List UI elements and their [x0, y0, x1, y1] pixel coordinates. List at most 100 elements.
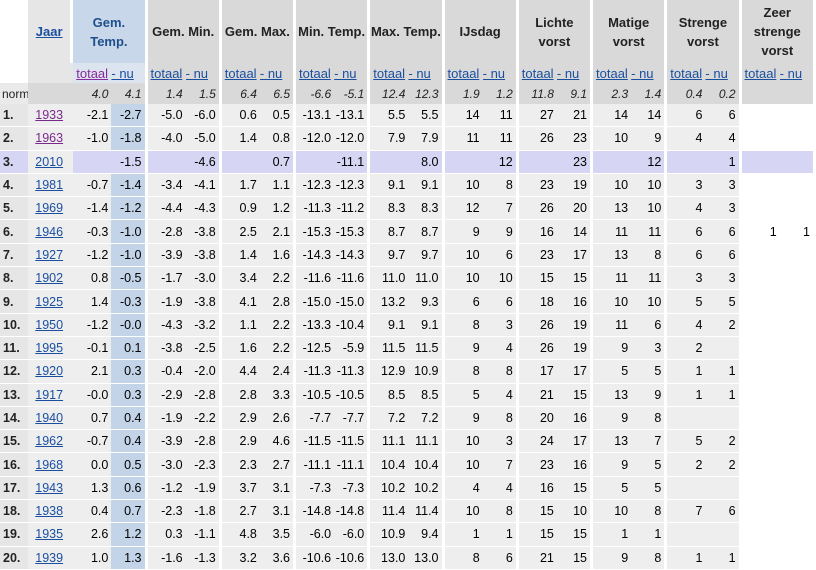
nu-link[interactable]: - nu	[186, 66, 208, 81]
value-cell	[705, 406, 742, 431]
year-link[interactable]: 1902	[35, 271, 63, 285]
sort-totaal-3[interactable]: totaal	[296, 63, 335, 83]
year-link[interactable]: 1981	[35, 178, 63, 192]
year-link[interactable]: 1962	[35, 434, 63, 448]
totaal-link[interactable]: totaal	[522, 66, 554, 81]
value-cell: 5	[593, 476, 632, 501]
sort-totaal-4[interactable]: totaal	[370, 63, 409, 83]
header-min-temp[interactable]: Min. Temp.	[296, 0, 371, 63]
sort-totaal-2[interactable]: totaal	[221, 63, 260, 83]
sort-totaal-5[interactable]: totaal	[444, 63, 483, 83]
year-link[interactable]: 2010	[35, 155, 63, 169]
value-cell: 1.3	[73, 476, 112, 501]
nu-link[interactable]: - nu	[111, 66, 133, 81]
nu-link[interactable]: - nu	[483, 66, 505, 81]
header-jaar[interactable]: Jaar	[28, 0, 74, 63]
totaal-link[interactable]: totaal	[151, 66, 183, 81]
norm-value: 4.0	[73, 83, 112, 104]
value-cell: 2.1	[259, 220, 297, 244]
sort-nu-8[interactable]: - nu	[705, 63, 742, 83]
corner-cell	[0, 0, 29, 63]
rank-cell: 9.	[0, 290, 29, 314]
rank-cell: 19.	[0, 523, 29, 547]
sort-totaal-1[interactable]: totaal	[147, 63, 186, 83]
value-cell: 15	[556, 267, 594, 291]
totaal-link[interactable]: totaal	[225, 66, 257, 81]
value-cell: 3	[482, 313, 519, 337]
header-gem-temp[interactable]: Gem. Temp.	[73, 0, 148, 63]
table-row: 15. 1962 -0.7 0.4 -3.9 -2.8 2.9 4.6 -11.5 -11.5 11…	[0, 430, 816, 454]
header-ijsdag[interactable]: IJsdag	[444, 0, 519, 63]
year-link[interactable]: 1940	[35, 411, 63, 425]
year-link[interactable]: 1920	[35, 364, 63, 378]
year-link[interactable]: 1968	[35, 458, 63, 472]
value-cell: -5.0	[185, 127, 222, 151]
value-cell	[593, 150, 632, 174]
nu-link[interactable]: - nu	[631, 66, 653, 81]
sort-nu-2[interactable]: - nu	[259, 63, 297, 83]
value-cell: -4.6	[185, 150, 222, 174]
year-link[interactable]: 1938	[35, 504, 63, 518]
totaal-link[interactable]: totaal	[373, 66, 405, 81]
year-link[interactable]: 1933	[35, 108, 63, 122]
sort-nu-7[interactable]: - nu	[631, 63, 668, 83]
sort-nu-4[interactable]: - nu	[408, 63, 445, 83]
sort-totaal-9[interactable]: totaal	[741, 63, 780, 83]
sort-totaal-8[interactable]: totaal	[667, 63, 706, 83]
nu-link[interactable]: - nu	[557, 66, 579, 81]
nu-link[interactable]: - nu	[334, 66, 356, 81]
sort-totaal-6[interactable]: totaal	[518, 63, 557, 83]
year-link[interactable]: 1917	[35, 388, 63, 402]
totaal-link[interactable]: totaal	[670, 66, 702, 81]
header-strenge-vorst[interactable]: Strenge vorst	[667, 0, 742, 63]
value-cell: 9	[631, 127, 668, 151]
header-gem-max[interactable]: Gem. Max.	[221, 0, 297, 63]
year-link[interactable]: 1969	[35, 201, 63, 215]
year-link[interactable]: 1946	[35, 225, 63, 239]
sort-nu-9[interactable]: - nu	[779, 63, 816, 83]
year-link[interactable]: 1925	[35, 295, 63, 309]
table-row: 8. 1902 0.8 -0.5 -1.7 -3.0 3.4 2.2 -11.6 -11.6 11.…	[0, 267, 816, 291]
header-matige-vorst[interactable]: Matige vorst	[593, 0, 668, 63]
value-cell: 0.3	[147, 523, 186, 547]
header-lichte-vorst[interactable]: Lichte vorst	[518, 0, 594, 63]
year-link[interactable]: 1943	[35, 481, 63, 495]
year-link[interactable]: 1950	[35, 318, 63, 332]
totaal-link[interactable]: totaal	[299, 66, 331, 81]
nu-link[interactable]: - nu	[705, 66, 727, 81]
value-cell	[779, 243, 816, 268]
year-link[interactable]: 1935	[35, 527, 63, 541]
totaal-link[interactable]: totaal	[596, 66, 628, 81]
totaal-link[interactable]: totaal	[745, 66, 777, 81]
sort-nu-3[interactable]: - nu	[334, 63, 371, 83]
nu-link[interactable]: - nu	[408, 66, 430, 81]
sort-totaal-0[interactable]: totaal	[73, 63, 112, 83]
year-link[interactable]: 1995	[35, 341, 63, 355]
sort-nu-6[interactable]: - nu	[556, 63, 594, 83]
value-cell: -3.4	[147, 173, 186, 198]
sort-nu-0[interactable]: - nu	[111, 63, 148, 83]
value-cell: 5.5	[408, 104, 445, 128]
nu-link[interactable]: - nu	[780, 66, 802, 81]
year-link[interactable]: 1927	[35, 248, 63, 262]
totaal-link[interactable]: totaal	[76, 66, 108, 81]
sort-nu-1[interactable]: - nu	[185, 63, 222, 83]
value-cell: 14	[631, 104, 668, 128]
value-cell: 13.2	[370, 290, 409, 314]
header-gem-min[interactable]: Gem. Min.	[147, 0, 222, 63]
value-cell: 16	[556, 290, 594, 314]
value-cell: -11.6	[296, 267, 335, 291]
norm-value: 1.2	[482, 83, 519, 104]
sort-totaal-7[interactable]: totaal	[593, 63, 632, 83]
year-link[interactable]: 1963	[35, 131, 63, 145]
year-link[interactable]: 1939	[35, 551, 63, 565]
header-zeer-strenge-vorst[interactable]: Zeer strenge vorst	[741, 0, 816, 63]
value-cell: -1.9	[185, 476, 222, 501]
sort-link-jaar[interactable]: Jaar	[36, 24, 63, 39]
value-cell: 11	[593, 220, 632, 244]
totaal-link[interactable]: totaal	[448, 66, 480, 81]
value-cell: 10.2	[370, 476, 409, 501]
header-max-temp[interactable]: Max. Temp.	[370, 0, 445, 63]
nu-link[interactable]: - nu	[260, 66, 282, 81]
sort-nu-5[interactable]: - nu	[482, 63, 519, 83]
